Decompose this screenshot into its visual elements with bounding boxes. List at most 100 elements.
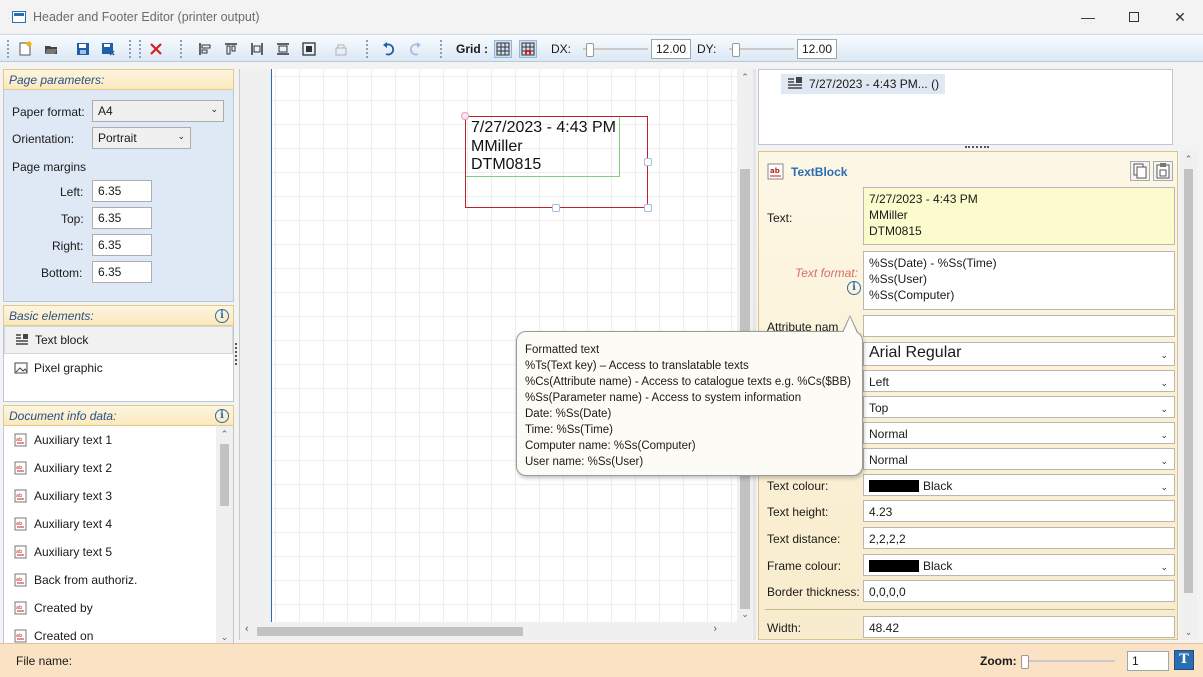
info-icon[interactable]: i [847,281,861,295]
scroll-down-icon[interactable]: ⌄ [1180,624,1197,640]
width-input[interactable]: 48.42 [863,616,1175,638]
scroll-thumb[interactable] [220,444,229,506]
align-left-button[interactable] [196,40,214,58]
text-tool-button[interactable]: T [1174,650,1194,670]
close-button[interactable]: ✕ [1157,0,1203,34]
tree-item-label: 7/27/2023 - 4:43 PM... () [809,77,940,91]
dy-label: DY: [697,42,717,56]
zoom-slider[interactable] [1021,655,1115,669]
resize-handle-right[interactable] [644,158,652,166]
new-button[interactable] [16,40,34,58]
document-info-item[interactable]: ab Auxiliary text 4 [4,510,233,538]
document-info-scrollbar[interactable]: ⌃ ⌄ [216,426,233,645]
text-colour-select[interactable]: Black ⌄ [863,474,1175,496]
border-thickness-label: Border thickness: [767,585,860,599]
left-margin-input[interactable]: 6.35 [92,180,152,202]
dx-slider[interactable] [583,43,648,57]
info-icon[interactable]: i [215,409,229,423]
right-margin-input[interactable]: 6.35 [92,234,152,256]
svg-text:ab: ab [16,521,22,527]
document-info-item[interactable]: ab Auxiliary text 3 [4,482,233,510]
chevron-down-icon: ⌄ [1160,378,1168,388]
document-info-item[interactable]: ab Back from authoriz. [4,566,233,594]
scroll-up-icon[interactable]: ⌃ [216,426,233,442]
font-select[interactable]: Arial Regular ⌄ [863,342,1175,366]
text-format-field[interactable]: %Ss(Date) - %Ss(Time) %Ss(User) %Ss(Comp… [863,251,1175,310]
toolbar-separator [139,40,141,58]
dy-slider[interactable] [729,43,794,57]
paste-properties-button[interactable] [1153,161,1173,181]
close-icon: ✕ [1174,8,1186,25]
align-top-button[interactable] [222,40,240,58]
zoom-input[interactable]: 1 [1127,651,1169,671]
resize-handle-corner[interactable] [644,204,652,212]
orientation-label: Orientation: [12,132,75,146]
dx-input[interactable]: 12.00 [651,39,691,59]
tree-splitter-grip[interactable] [965,146,989,149]
svg-text:ab: ab [16,577,22,583]
basic-element-text-block[interactable]: Text block [4,326,233,354]
font-style-select[interactable]: Normal ⌄ [863,422,1175,444]
bottom-margin-input[interactable]: 6.35 [92,261,152,283]
orientation-select[interactable]: Portrait ⌄ [92,127,191,149]
snap-grid-icon [521,42,535,56]
scroll-thumb[interactable] [257,627,523,636]
right-margin-label: Right: [52,239,84,253]
vertical-align-select[interactable]: Top ⌄ [863,396,1175,418]
open-icon [45,46,57,54]
dy-input[interactable]: 12.00 [797,39,837,59]
left-splitter-grip[interactable] [235,343,238,365]
text-field-line: MMiller [869,208,908,222]
resize-handle-bottom[interactable] [552,204,560,212]
bottom-margin-label: Bottom: [41,266,83,280]
tree-item-text-block[interactable]: 7/27/2023 - 4:43 PM... () [781,74,946,94]
copy-properties-button[interactable] [1130,161,1150,181]
document-info-item[interactable]: ab Created by [4,594,233,622]
svg-text:ab: ab [16,633,22,639]
document-info-item[interactable]: ab Auxiliary text 1 [4,426,233,454]
lock-button[interactable] [332,40,350,58]
font-weight-select[interactable]: Normal ⌄ [863,448,1175,470]
undo-button[interactable] [380,40,398,58]
scroll-left-icon[interactable]: ‹ [245,623,249,635]
new-icon [19,41,32,56]
text-distance-input[interactable]: 2,2,2,2 [863,527,1175,549]
align-center-button[interactable] [274,40,292,58]
snap-grid-toggle[interactable] [519,40,537,58]
grid-toggle[interactable] [494,40,512,58]
text-height-input[interactable]: 4.23 [863,500,1175,522]
frame-colour-select[interactable]: Black ⌄ [863,554,1175,576]
maximize-button[interactable] [1111,0,1157,34]
border-thickness-input[interactable]: 0,0,0,0 [863,580,1175,602]
text-field[interactable]: 7/27/2023 - 4:43 PM MMiller DTM0815 [863,187,1175,245]
attribute-name-input[interactable] [863,315,1175,337]
center-button[interactable] [300,40,318,58]
delete-button[interactable] [147,40,165,58]
scroll-thumb[interactable] [1184,169,1193,593]
document-info-item[interactable]: ab Auxiliary text 5 [4,538,233,566]
align-right-button[interactable] [248,40,266,58]
top-margin-input[interactable]: 6.35 [92,207,152,229]
properties-title: TextBlock [791,165,848,179]
scroll-up-icon[interactable]: ⌃ [1180,151,1197,167]
horizontal-align-select[interactable]: Left ⌄ [863,370,1175,392]
basic-element-pixel-graphic[interactable]: Pixel graphic [4,354,233,382]
scroll-down-icon[interactable]: ⌄ [737,606,753,622]
properties-scrollbar[interactable]: ⌃ ⌄ [1180,151,1197,640]
info-icon[interactable]: i [215,309,229,323]
svg-text:ab: ab [16,549,22,555]
scroll-up-icon[interactable]: ⌃ [737,69,753,85]
scroll-right-icon[interactable]: › [713,623,717,635]
rotate-handle[interactable] [461,112,469,120]
canvas-text-block[interactable]: 7/27/2023 - 4:43 PM MMiller DTM0815 [471,119,616,175]
open-button[interactable] [42,40,60,58]
canvas-horizontal-scrollbar[interactable]: ‹ › [240,622,737,640]
paper-format-select[interactable]: A4 ⌄ [92,100,224,122]
svg-text:ab: ab [16,437,22,443]
document-info-item[interactable]: ab Auxiliary text 2 [4,454,233,482]
minimize-button[interactable]: — [1065,0,1111,34]
save-as-button[interactable] [99,40,117,58]
info-field-icon: ab [14,629,28,643]
redo-button[interactable] [406,40,424,58]
save-button[interactable] [74,40,92,58]
